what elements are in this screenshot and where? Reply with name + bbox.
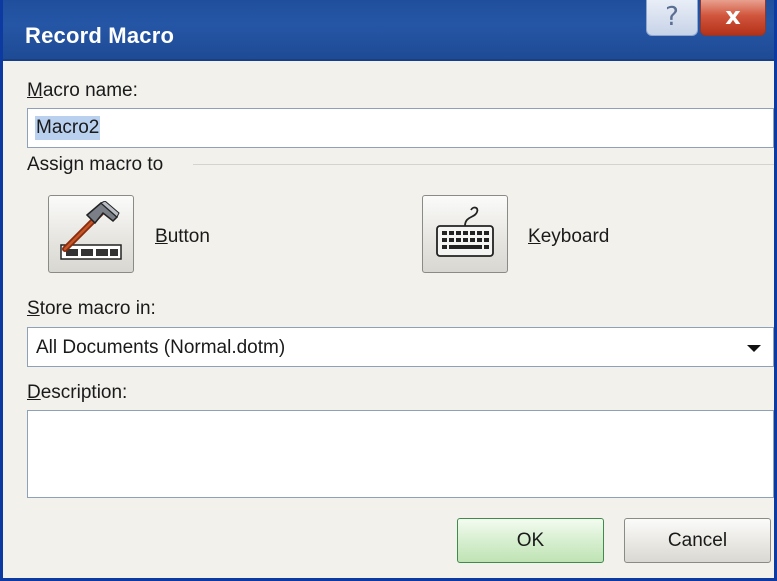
description-textarea[interactable] xyxy=(27,410,774,498)
assign-keyboard-label: Keyboard xyxy=(528,226,609,248)
assign-button-label: Button xyxy=(155,226,210,248)
store-macro-label: Store macro in: xyxy=(27,298,156,320)
record-macro-dialog: Record Macro ? x Macro name: Macro2 Assi… xyxy=(0,0,777,581)
macro-name-label: Macro name: xyxy=(27,80,138,102)
macro-name-label-text: acro name: xyxy=(42,80,138,101)
store-label-accel: S xyxy=(27,298,40,319)
keyboard-label-text: eyboard xyxy=(540,226,610,247)
macro-name-input[interactable]: Macro2 xyxy=(27,108,774,148)
assign-keyboard-button[interactable] xyxy=(422,195,508,273)
hammer-icon xyxy=(57,199,125,268)
assign-button-button[interactable] xyxy=(48,195,134,273)
ok-button[interactable]: OK xyxy=(457,518,604,563)
description-label-accel: D xyxy=(27,382,41,403)
macro-name-label-accel: M xyxy=(27,80,43,101)
help-button[interactable]: ? xyxy=(646,0,698,36)
chevron-down-icon[interactable] xyxy=(747,345,761,352)
title-controls: ? x xyxy=(646,0,766,36)
dialog-title: Record Macro xyxy=(25,23,175,48)
description-label: Description: xyxy=(27,382,127,404)
description-label-text: escription: xyxy=(40,382,128,403)
assign-group-divider xyxy=(193,164,774,165)
store-macro-selected: All Documents (Normal.dotm) xyxy=(36,337,286,358)
cancel-button[interactable]: Cancel xyxy=(624,518,771,563)
button-label-text: utton xyxy=(167,226,210,247)
keyboard-label-accel: K xyxy=(528,226,541,247)
assign-macro-label: Assign macro to xyxy=(27,154,164,175)
store-macro-dropdown[interactable]: All Documents (Normal.dotm) xyxy=(27,327,774,367)
macro-name-value: Macro2 xyxy=(35,116,101,140)
keyboard-icon xyxy=(433,204,497,265)
store-label-text: tore macro in: xyxy=(39,298,156,319)
title-bar: Record Macro ? x xyxy=(3,0,774,61)
button-label-accel: B xyxy=(155,226,168,247)
close-button[interactable]: x xyxy=(700,0,766,36)
